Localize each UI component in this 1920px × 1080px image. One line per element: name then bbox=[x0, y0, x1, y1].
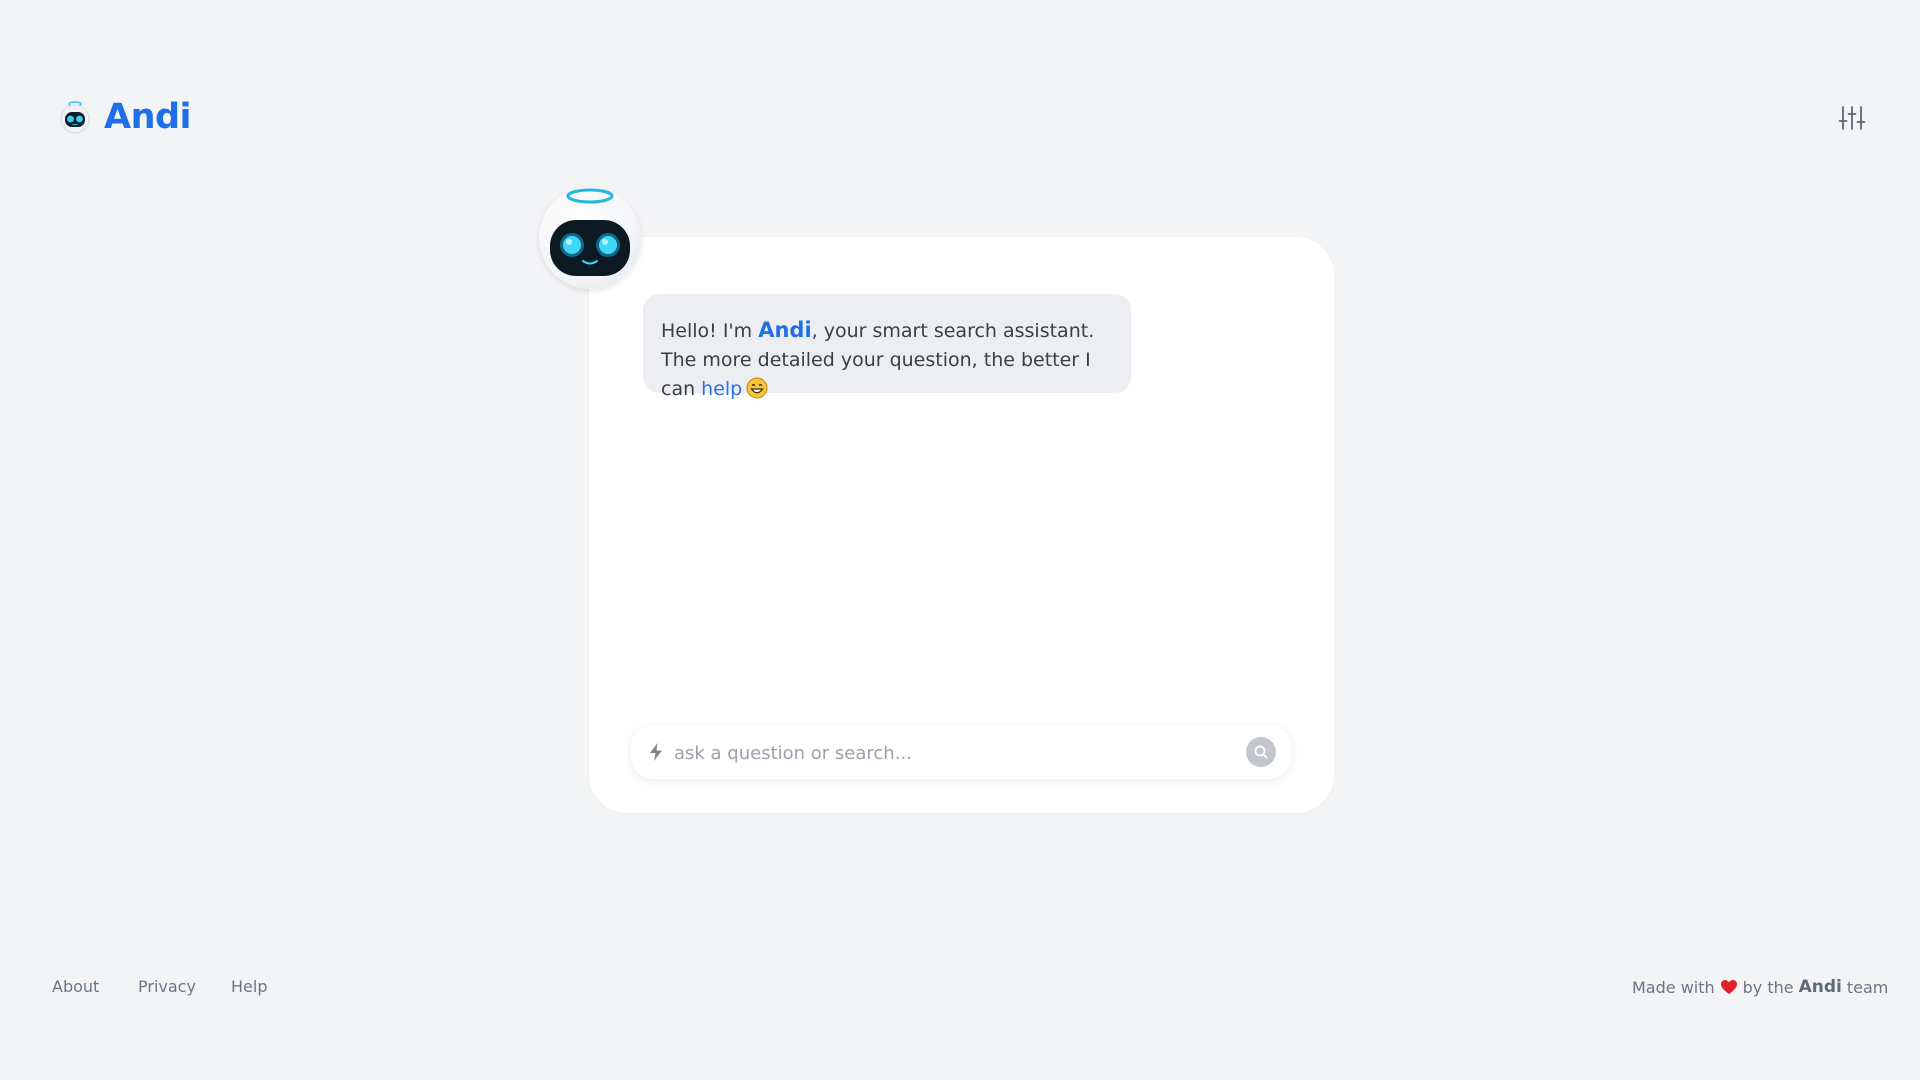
team-brand-name: Andi bbox=[1798, 977, 1842, 997]
assistant-avatar bbox=[539, 187, 641, 289]
team-text: team bbox=[1846, 977, 1889, 997]
footer-link-about[interactable]: About bbox=[52, 977, 99, 996]
by-the-text: by the bbox=[1742, 977, 1794, 997]
brand-name: Andi bbox=[104, 97, 192, 137]
search-submit-button[interactable] bbox=[1246, 737, 1276, 767]
made-with-text: Made with bbox=[1632, 977, 1715, 997]
robot-avatar-icon bbox=[550, 188, 630, 276]
greeting-brand-name: Andi bbox=[758, 318, 812, 342]
sliders-icon[interactable] bbox=[1838, 104, 1866, 132]
greeting-text-start: Hello! I'm bbox=[661, 320, 759, 342]
brand-home-link[interactable]: Andi bbox=[58, 97, 192, 137]
footer-link-privacy[interactable]: Privacy bbox=[138, 977, 196, 996]
heart-icon bbox=[1720, 980, 1737, 994]
lightning-bolt-icon bbox=[650, 743, 662, 761]
assistant-message: Hello! I'm Andi, your smart search assis… bbox=[643, 294, 1131, 400]
search-input[interactable] bbox=[672, 725, 1236, 781]
grinning-face-icon bbox=[746, 377, 768, 399]
robot-logo-icon bbox=[60, 101, 90, 134]
search-bar bbox=[631, 725, 1291, 781]
footer-link-help[interactable]: Help bbox=[231, 977, 267, 996]
page: Andi Hello! I'm Andi, your smart search … bbox=[0, 0, 1920, 1080]
help-link[interactable]: help bbox=[701, 378, 742, 400]
made-with-credit: Made with by the Andi team bbox=[1632, 977, 1888, 997]
search-icon bbox=[1254, 745, 1268, 759]
